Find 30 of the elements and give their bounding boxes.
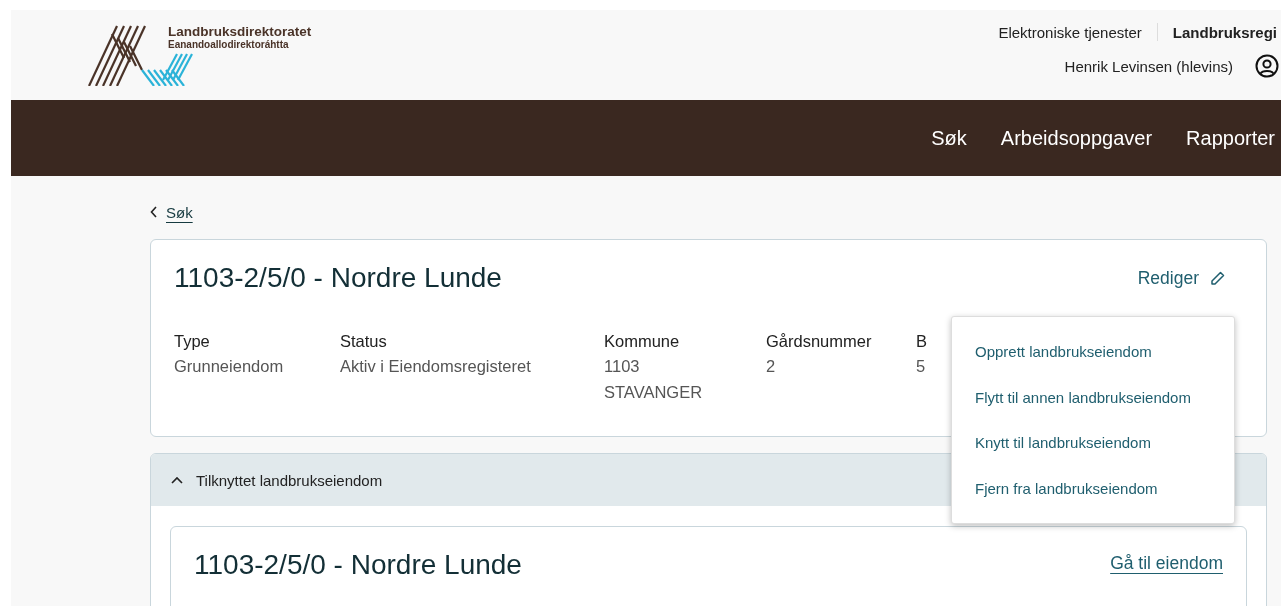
nav-link[interactable]: Søk (931, 126, 967, 150)
chevron-left-icon (150, 206, 158, 218)
logo-name: Landbruksdirektoratet (168, 24, 312, 39)
field-label: Status (340, 331, 388, 352)
field-value: 1103 (604, 356, 641, 377)
pencil-icon (1209, 269, 1226, 287)
edit-button[interactable]: Rediger (1137, 267, 1226, 289)
chevron-up-icon (171, 476, 183, 484)
header-link[interactable]: Elektroniske tjenester (998, 23, 1142, 41)
field-value: STAVANGER (604, 382, 704, 403)
menu-item[interactable]: Opprett landbrukseiendom (952, 329, 1234, 375)
header-link[interactable]: Landbruksregi (1172, 23, 1277, 41)
field-label: Kommune (604, 331, 681, 352)
field-label: Gårdsnummer (766, 331, 873, 352)
nav-link[interactable]: Arbeidsoppgaver (1000, 126, 1153, 150)
property-title: 1103-2/5/0 - Nordre Lunde (194, 549, 522, 581)
field-value: 2 (766, 356, 777, 377)
back-link[interactable]: Søk (166, 203, 193, 221)
field-value: Aktiv i Eiendomsregisteret (340, 356, 532, 377)
user-name: Henrik Levinsen (hlevins) (1064, 57, 1233, 75)
field-value: Grunneiendom (174, 356, 285, 377)
logo-subtitle: Eanandoallodirektoráhtta (168, 39, 290, 51)
user-icon[interactable] (1255, 54, 1279, 78)
property-link[interactable]: Gå til eiendom (1110, 553, 1223, 574)
field-value: 5 (916, 356, 927, 377)
nav-link[interactable]: Rapporter (1186, 126, 1275, 150)
menu-item[interactable]: Flytt til annen landbrukseiendom (952, 374, 1234, 420)
field-label: Type (174, 331, 211, 352)
property-title: 1103-2/5/0 - Nordre Lunde (174, 262, 502, 294)
field-label: B (916, 331, 928, 352)
